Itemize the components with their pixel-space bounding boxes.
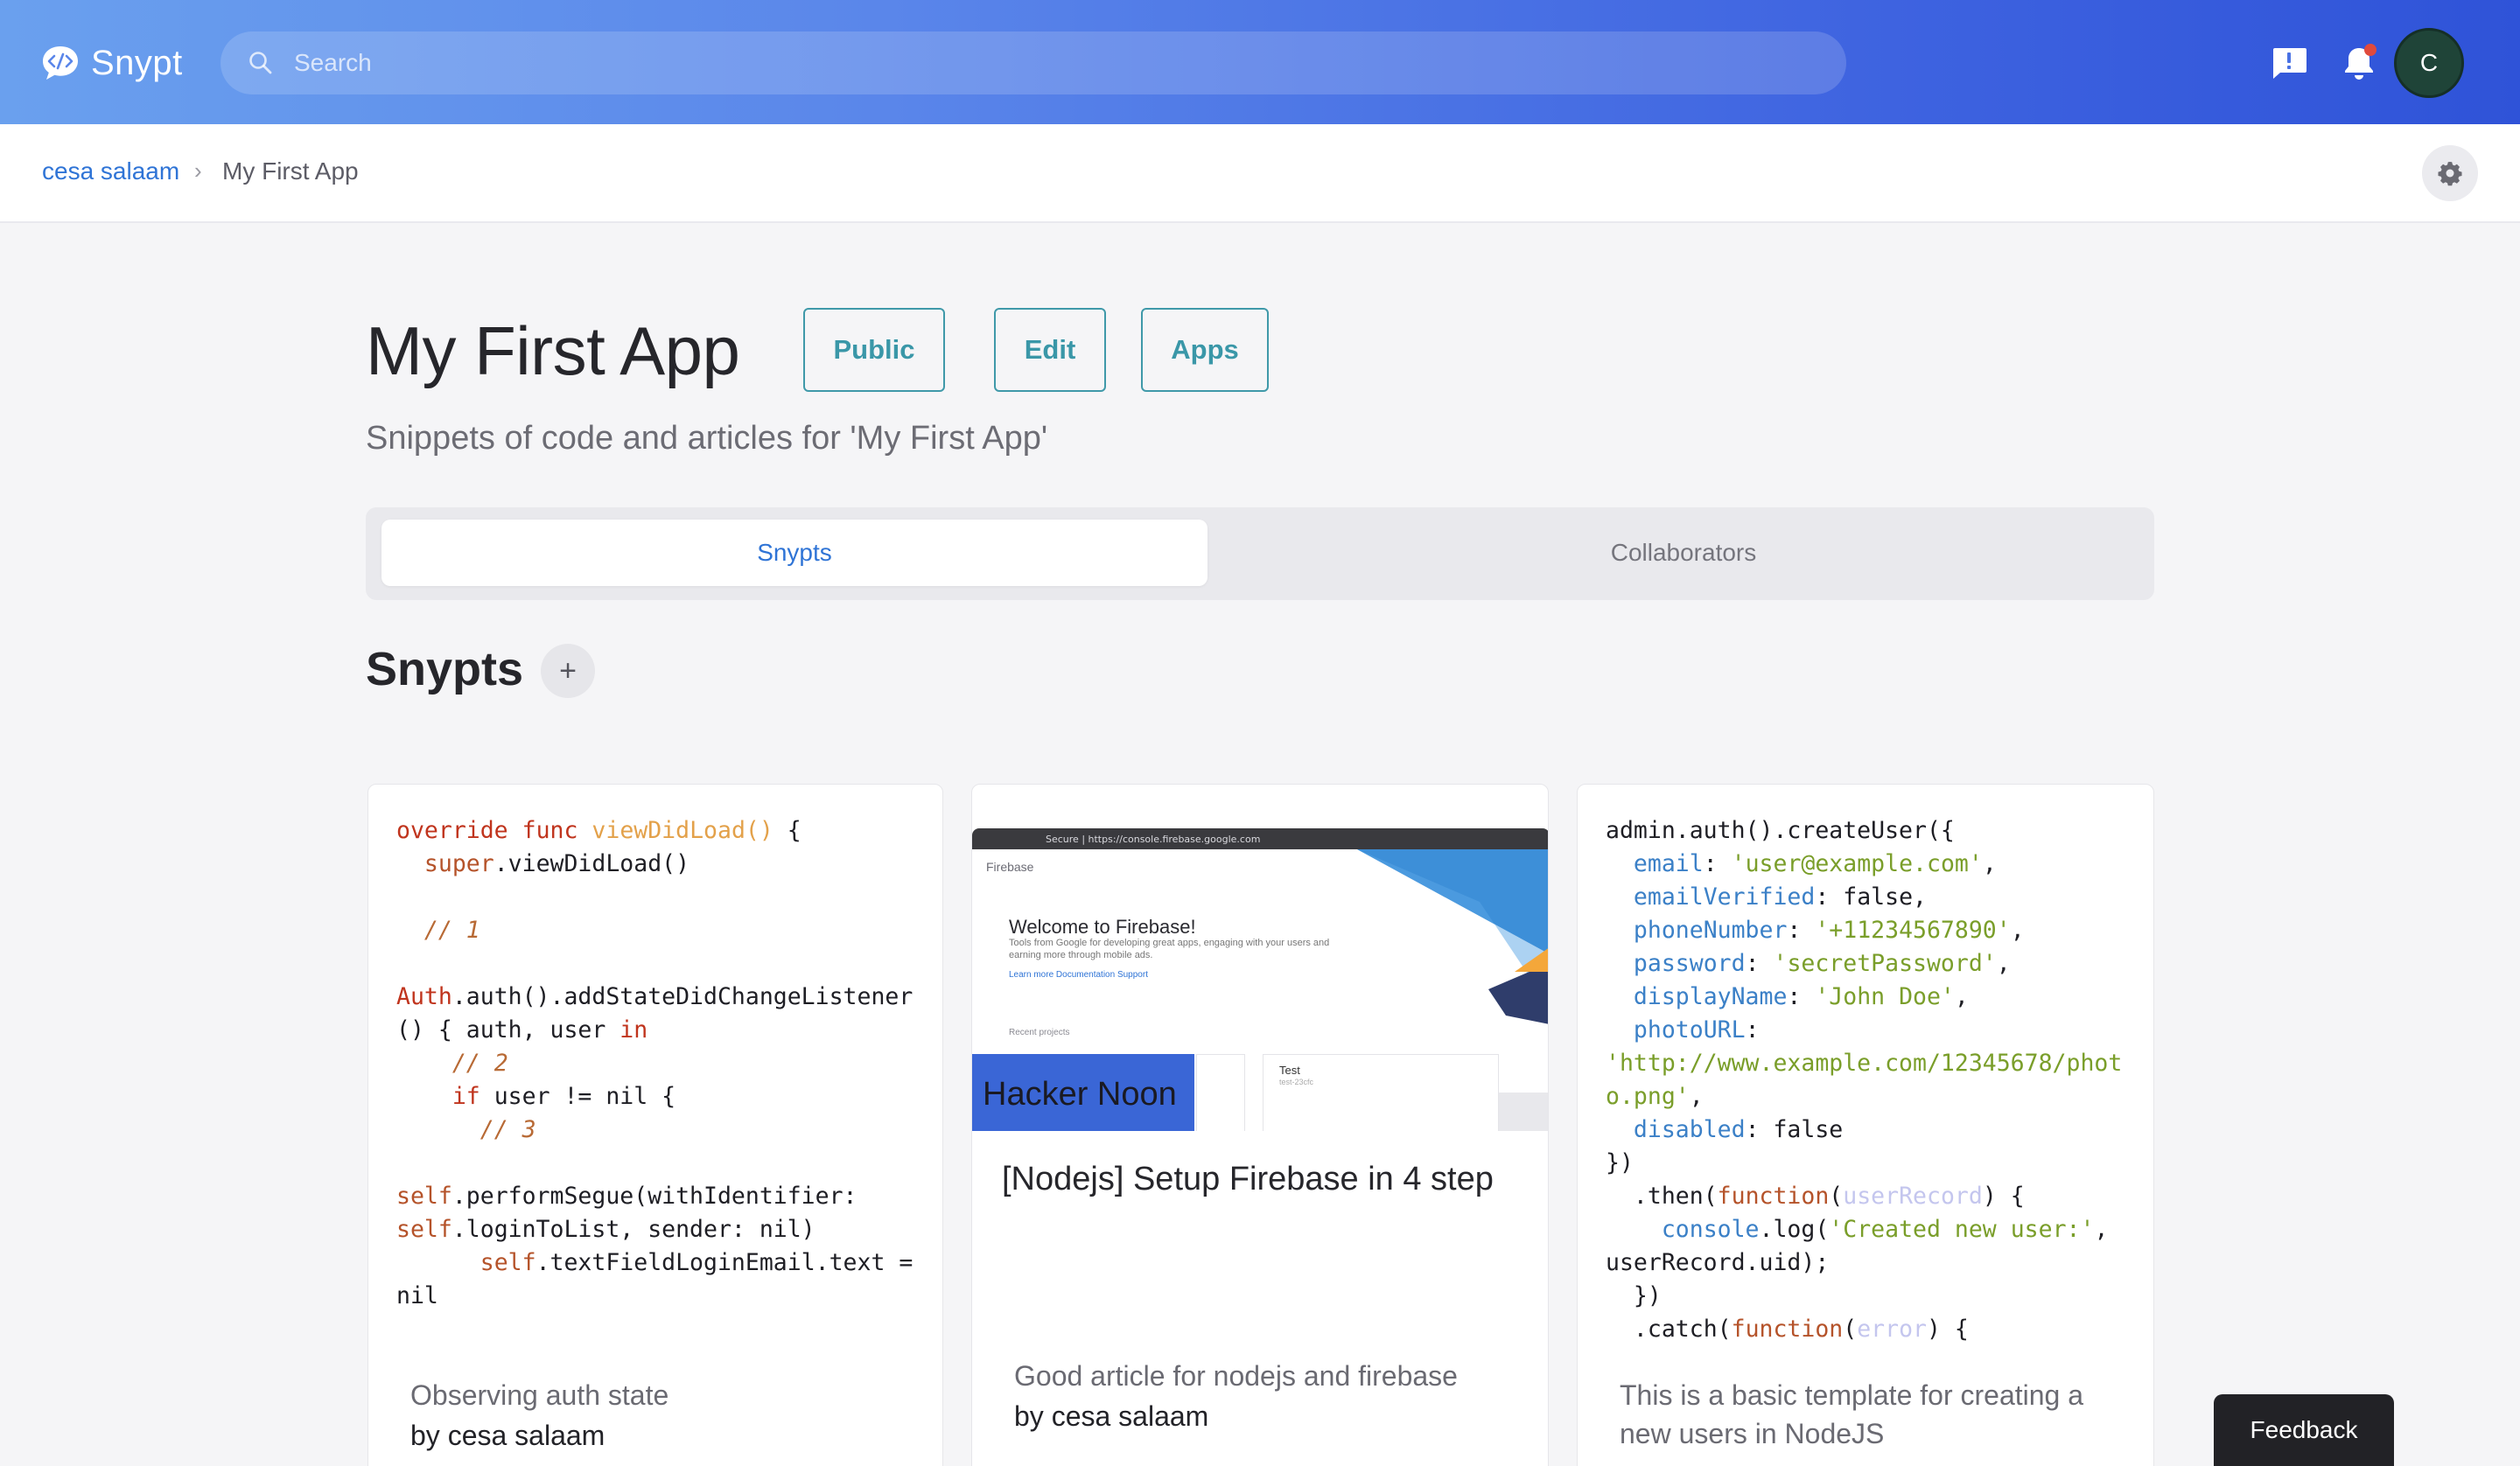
snypt-card[interactable]: override func viewDidLoad() { super.view… (368, 784, 943, 1466)
code-snippet: override func viewDidLoad() { super.view… (396, 814, 916, 1313)
search-bar[interactable] (220, 31, 1846, 94)
thumbnail-links: Learn more Documentation Support (1009, 970, 1148, 980)
code-line: password: 'secretPassword', (1633, 950, 2011, 977)
code-line: // 3 (396, 1116, 536, 1143)
code-line: self.performSegue(withIdentifier: (396, 1183, 858, 1210)
article-title[interactable]: [Nodejs] Setup Firebase in 4 step (1002, 1157, 1527, 1201)
code-line: email: 'user@example.com', (1633, 850, 1997, 877)
code-line: super.viewDidLoad() (424, 850, 690, 877)
page-title: My First App (366, 312, 740, 389)
breadcrumb-current: My First App (222, 157, 359, 185)
code-line: Auth.auth().addStateDidChangeListener (396, 983, 914, 1010)
code-line: 'http://www.example.com/12345678/photo.p… (1606, 1050, 2123, 1110)
gear-icon (2438, 162, 2462, 186)
thumbnail-welcome: Welcome to Firebase! (1009, 916, 1196, 938)
thumbnail-site-label: Firebase (986, 860, 1034, 874)
browser-bar: Secure | https://console.firebase.google… (972, 828, 1548, 849)
avatar[interactable]: C (2394, 28, 2464, 98)
settings-button[interactable] (2422, 145, 2478, 201)
card-description: This is a basic template for creating a … (1620, 1379, 2084, 1449)
thumbnail-project-name: Test (1279, 1064, 1300, 1077)
edit-button[interactable]: Edit (994, 308, 1106, 392)
code-line: override func viewDidLoad() { (396, 817, 802, 844)
tab-snypts[interactable]: Snypts (382, 520, 1208, 586)
code-line: nil (396, 1282, 438, 1309)
thumbnail-recent: Recent projects (1009, 1028, 1070, 1037)
card-description: Observing auth state (410, 1379, 669, 1411)
tab-bar: Snypts Collaborators (366, 507, 2154, 600)
public-button[interactable]: Public (803, 308, 945, 392)
code-line: displayName: 'John Doe', (1633, 983, 1969, 1010)
code-line: }) (1606, 1149, 1634, 1176)
top-navbar: Snypt C (0, 0, 2520, 124)
article-card[interactable]: Secure | https://console.firebase.google… (971, 784, 1549, 1466)
feedback-icon[interactable] (2270, 44, 2308, 82)
code-line: phoneNumber: '+11234567890', (1633, 917, 2025, 944)
card-author: by cesa salaam (410, 1420, 606, 1451)
code-line: // 2 (396, 1050, 508, 1077)
search-icon (249, 52, 272, 74)
code-line: if user != nil { (452, 1083, 676, 1110)
thumbnail-tools-text: Tools from Google for developing great a… (1009, 938, 1330, 960)
thumbnail-project-id: test-23cfc (1279, 1078, 1314, 1086)
code-line: admin.auth().createUser({ (1606, 817, 1955, 844)
page-subtitle: Snippets of code and articles for 'My Fi… (366, 420, 1048, 457)
thumbnail-url: Secure | https://console.firebase.google… (1046, 834, 1261, 845)
apps-button[interactable]: Apps (1141, 308, 1269, 392)
feedback-button[interactable]: Feedback (2214, 1394, 2394, 1466)
add-snypt-button[interactable]: + (541, 644, 595, 698)
code-line: }) (1606, 1282, 1662, 1309)
snypt-card[interactable]: admin.auth().createUser({ email: 'user@e… (1577, 784, 2154, 1466)
breadcrumb-bar: cesa salaam › My First App (0, 124, 2520, 223)
thumbnail-gray-block (1499, 1093, 1548, 1131)
thumbnail-project-placeholder (1196, 1054, 1245, 1131)
code-line: self.loginToList, sender: nil) (396, 1216, 816, 1243)
notifications-button[interactable] (2340, 44, 2378, 82)
notification-badge (2364, 44, 2376, 56)
code-line: disabled: false (1633, 1116, 1844, 1143)
code-line: console.log('Created new user:', (1661, 1216, 2109, 1243)
search-input[interactable] (294, 49, 1782, 77)
breadcrumb-parent-link[interactable]: cesa salaam (42, 157, 179, 185)
code-line: () { auth, user in (396, 1016, 648, 1044)
code-line: emailVerified: false, (1633, 883, 1927, 911)
brand-name: Snypt (91, 43, 183, 82)
code-line: self.textFieldLoginEmail.text = (480, 1249, 914, 1276)
article-thumbnail: Secure | https://console.firebase.google… (972, 828, 1548, 1131)
thumbnail-project-card: Test test-23cfc (1263, 1054, 1499, 1131)
brand-logo-icon (43, 46, 78, 80)
chevron-right-icon: › (194, 157, 202, 184)
code-line: .then(function(userRecord) { (1606, 1183, 2025, 1210)
thumbnail-overlay-label: Hacker Noon (972, 1054, 1194, 1131)
code-line: .catch(function(error) { (1606, 1316, 1969, 1343)
card-author: by cesa salaam (1014, 1400, 1209, 1432)
code-line: photoURL: (1633, 1016, 1760, 1044)
code-line: userRecord.uid); (1606, 1249, 1830, 1276)
code-line: // 1 (396, 917, 480, 944)
brand[interactable]: Snypt (40, 42, 183, 84)
section-title: Snypts (366, 643, 524, 695)
card-description: Good article for nodejs and firebase (1014, 1360, 1458, 1392)
tab-collaborators[interactable]: Collaborators (1227, 520, 2140, 586)
code-snippet: admin.auth().createUser({ email: 'user@e… (1606, 814, 2127, 1346)
